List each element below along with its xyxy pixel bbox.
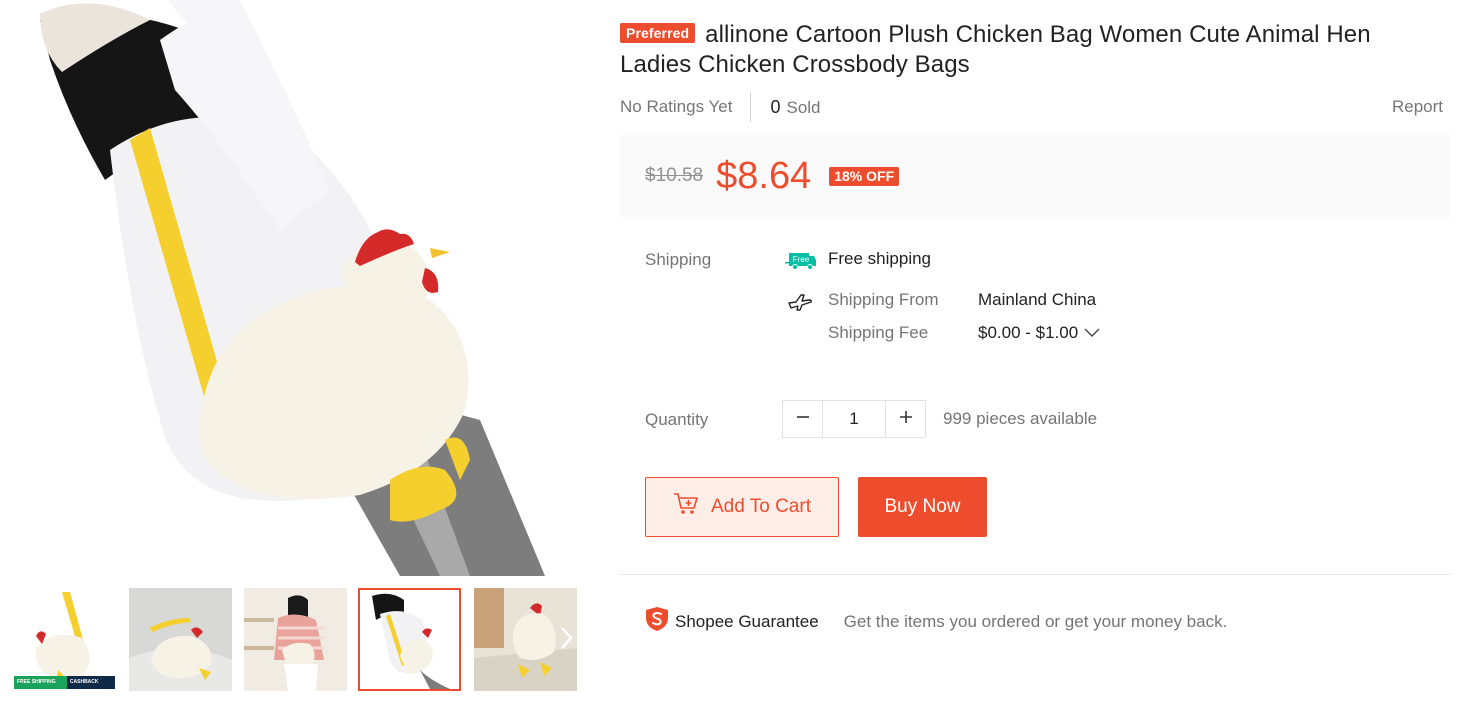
voucher-badge: FREE SHIPPING VOUCHER CASHBACK VOUCHERS	[14, 676, 115, 689]
shipping-from-label: Shipping From	[828, 290, 939, 309]
sold-count-label: Sold	[786, 97, 821, 117]
discount-badge: 18% OFF	[829, 166, 900, 186]
thumbnail[interactable]: FREE SHIPPING VOUCHER CASHBACK VOUCHERS	[12, 588, 115, 691]
free-shipping-text: Free shipping	[828, 249, 932, 268]
product-title: Preferred allinone Cartoon Plush Chicken …	[620, 20, 1420, 80]
guarantee-text: Get the items you ordered or get your mo…	[843, 611, 1228, 631]
add-to-cart-button[interactable]: Add To Cart	[645, 477, 839, 537]
stock-available: 999 pieces available	[943, 409, 1098, 428]
chevron-right-icon	[559, 626, 573, 655]
shipping-fee-value: $0.00 - $1.00	[978, 323, 1079, 342]
thumbnail[interactable]	[129, 588, 232, 691]
plus-icon	[899, 410, 913, 429]
cart-plus-icon	[673, 492, 699, 522]
preferred-badge: Preferred	[620, 23, 696, 43]
product-title-text: allinone Cartoon Plush Chicken Bag Women…	[620, 21, 1371, 78]
shipping-from-value: Mainland China	[978, 290, 1097, 309]
quantity-label: Quantity	[645, 410, 709, 429]
voucher-badge-right: CASHBACK VOUCHERS	[66, 676, 115, 689]
guarantee-title: Shopee Guarantee	[675, 611, 819, 631]
product-main-image[interactable]	[0, 0, 600, 576]
buy-now-button[interactable]: Buy Now	[858, 477, 987, 537]
report-link[interactable]: Report	[1392, 97, 1443, 117]
buy-now-label: Buy Now	[884, 496, 961, 517]
thumbnail[interactable]	[244, 588, 347, 691]
rating-text[interactable]: No Ratings Yet	[620, 92, 752, 122]
sold-count: 0 Sold	[751, 97, 820, 118]
free-shipping-icon-text: Free	[793, 255, 810, 264]
quantity-input[interactable]	[822, 401, 886, 437]
divider	[620, 574, 1451, 575]
minus-icon	[796, 410, 810, 429]
shopee-guarantee[interactable]: Shopee Guarantee Get the items you order…	[645, 606, 1227, 637]
quantity-decrease-button[interactable]	[783, 401, 822, 437]
shield-icon	[645, 606, 669, 637]
add-to-cart-label: Add To Cart	[711, 496, 811, 517]
quantity-stepper	[782, 400, 926, 438]
current-price: $8.64	[716, 154, 812, 197]
airplane-icon	[787, 291, 813, 316]
chevron-down-icon	[1084, 323, 1100, 343]
quantity-increase-button[interactable]	[886, 401, 925, 437]
thumbnail-next-button[interactable]	[556, 620, 576, 660]
thumbnail-strip: FREE SHIPPING VOUCHER CASHBACK VOUCHERS	[12, 588, 577, 691]
shipping-fee-label: Shipping Fee	[828, 323, 929, 342]
product-info: Preferred allinone Cartoon Plush Chicken …	[620, 0, 1451, 705]
price-box: $10.58 $8.64 18% OFF	[620, 135, 1451, 217]
shipping-label: Shipping	[645, 250, 712, 269]
voucher-badge-left: FREE SHIPPING VOUCHER	[14, 676, 67, 689]
sold-count-value: 0	[770, 96, 781, 117]
rating-row: No Ratings Yet 0 Sold Report	[620, 92, 1451, 122]
thumbnail-active[interactable]	[358, 588, 461, 691]
original-price: $10.58	[645, 165, 704, 186]
shipping-fee-dropdown[interactable]: $0.00 - $1.00	[978, 323, 1100, 343]
free-shipping-icon: Free	[785, 250, 817, 275]
